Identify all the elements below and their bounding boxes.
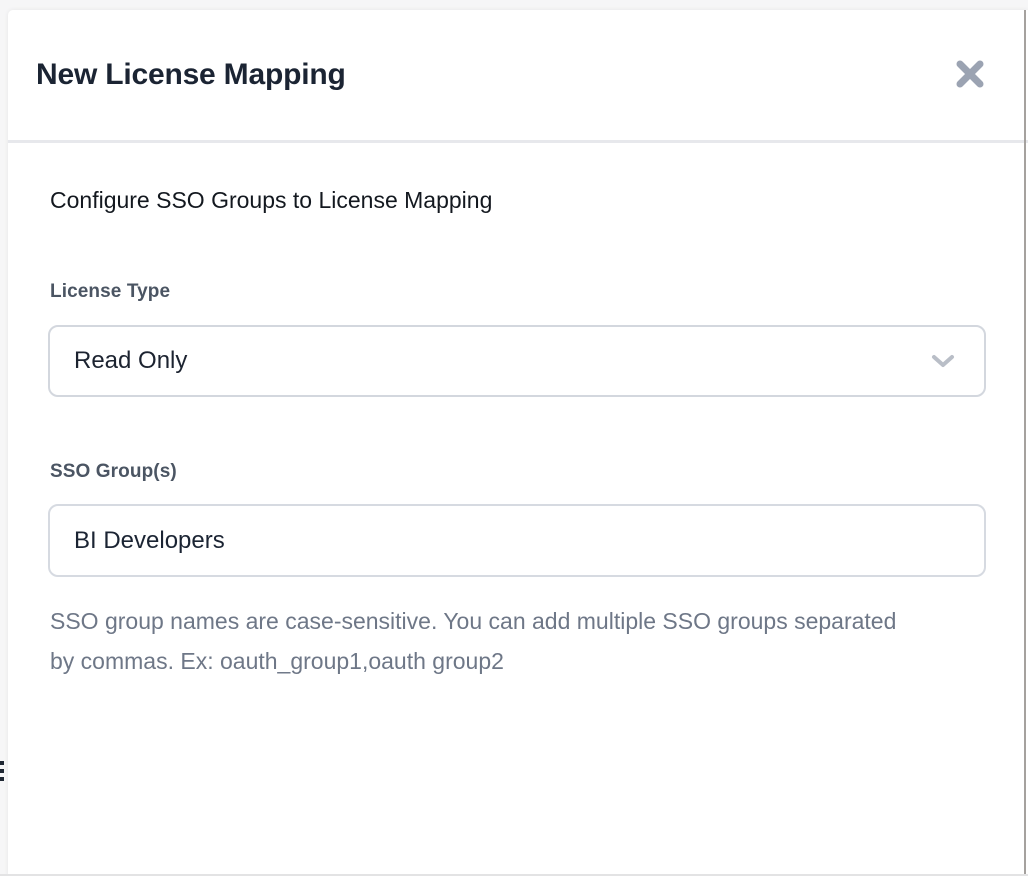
close-button[interactable] <box>950 54 990 94</box>
sso-groups-input[interactable] <box>48 504 986 577</box>
modal-subheading: Configure SSO Groups to License Mapping <box>50 187 492 214</box>
license-type-select[interactable]: Read Only <box>48 325 986 397</box>
page-behind-modal <box>0 0 8 876</box>
window-edge-divider <box>1024 10 1026 876</box>
sso-groups-label: SSO Group(s) <box>50 461 177 483</box>
hamburger-menu-icon <box>0 761 4 785</box>
license-type-label: License Type <box>50 281 170 303</box>
modal-header: New License Mapping <box>8 10 1028 143</box>
sso-groups-help-text: SSO group names are case-sensitive. You … <box>50 601 900 681</box>
modal-title: New License Mapping <box>36 58 346 92</box>
license-type-selected-value: Read Only <box>74 347 930 375</box>
new-license-mapping-modal: New License Mapping Configure SSO Groups… <box>8 10 1028 876</box>
x-icon <box>955 59 985 89</box>
chevron-down-icon <box>930 352 956 370</box>
